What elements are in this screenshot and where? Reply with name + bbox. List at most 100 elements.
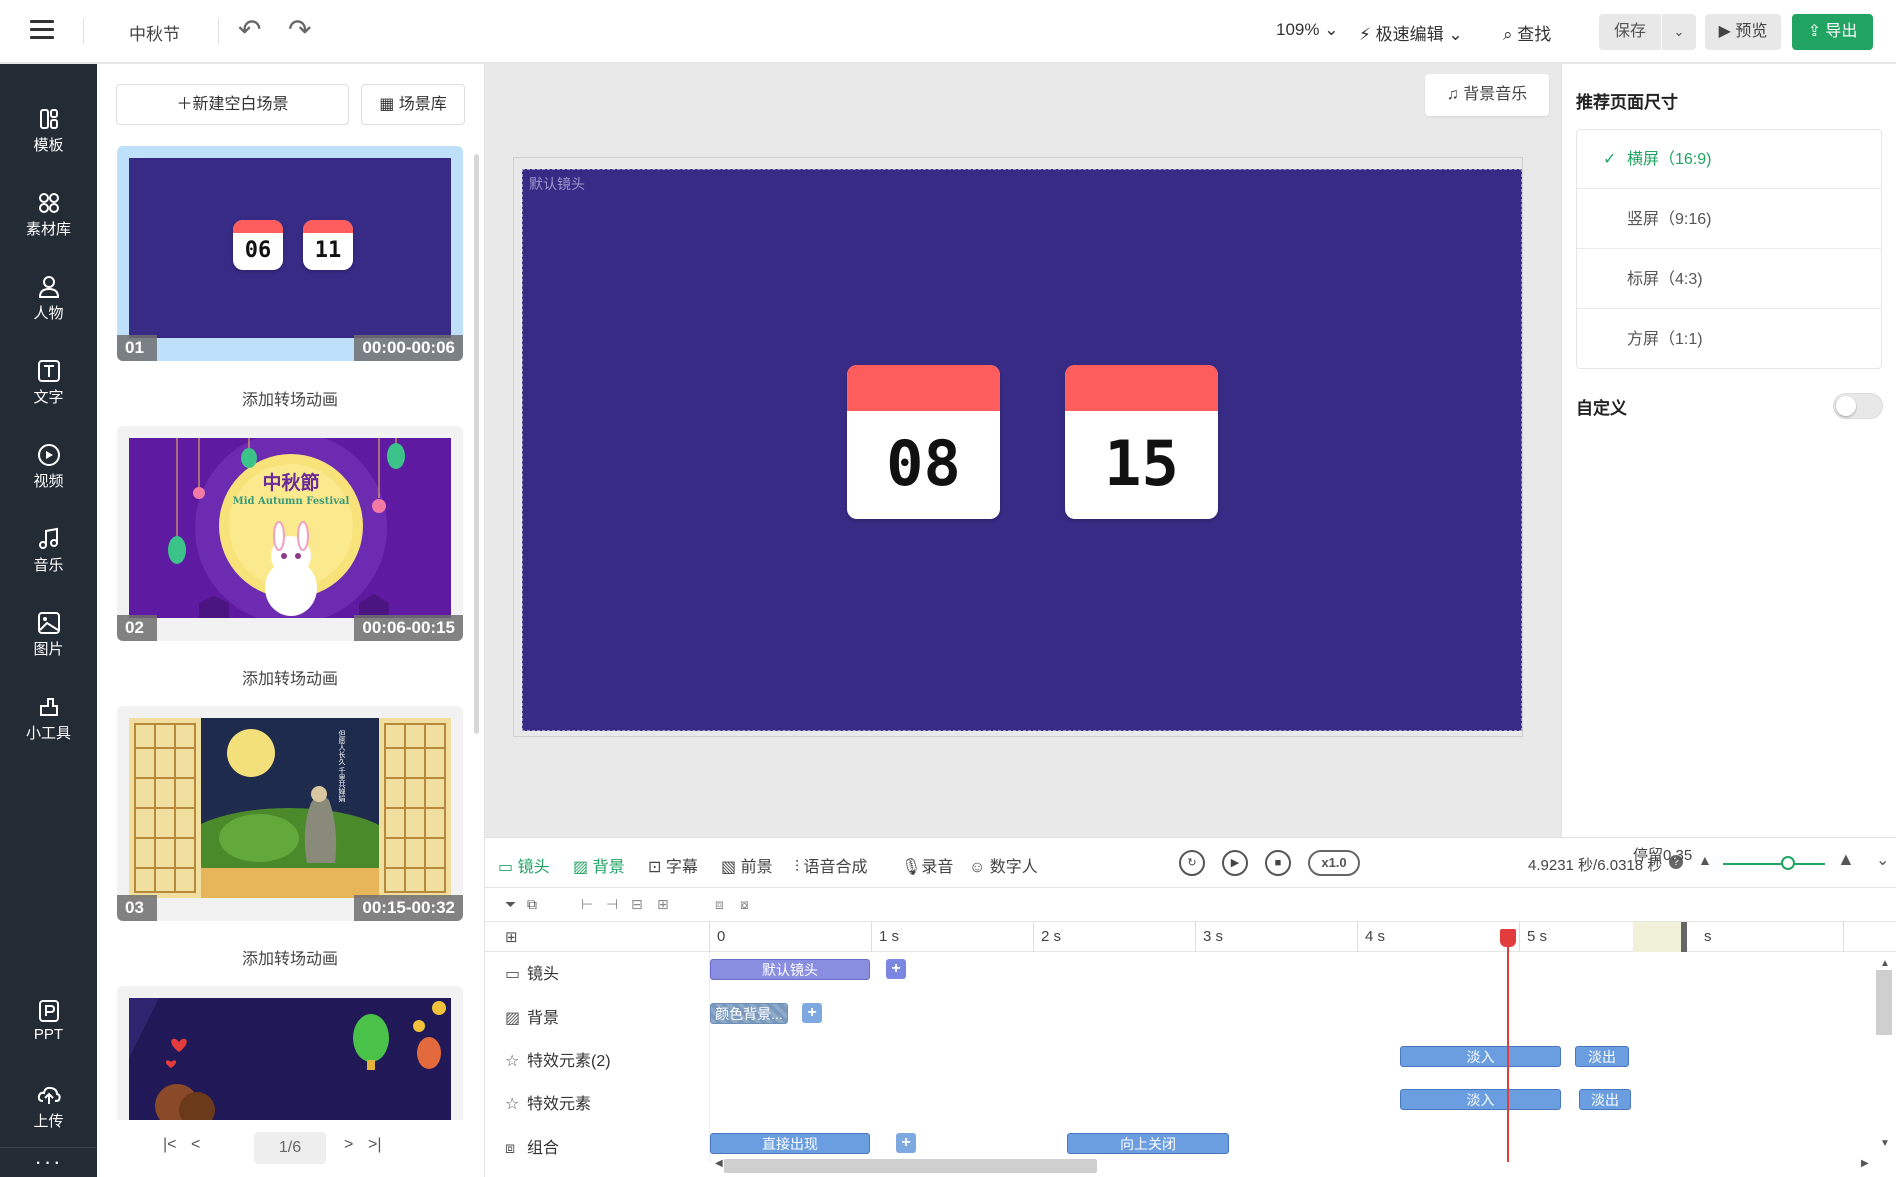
prev-page-icon[interactable]: < (191, 1136, 200, 1154)
fade-out-clip[interactable]: 淡出 (1579, 1089, 1631, 1110)
scroll-left-icon[interactable]: ◀ (715, 1158, 723, 1169)
track-label: ☆ 特效元素 (505, 1090, 591, 1114)
pause-zone[interactable] (1633, 922, 1683, 952)
scene-preview: 但愿人长久 千里共婵娟 (129, 718, 451, 898)
custom-size-label: 自定义 (1576, 399, 1627, 418)
close-up-clip[interactable]: 向上关闭 (1067, 1133, 1229, 1154)
timeline-zoom-slider[interactable] (1723, 863, 1825, 865)
add-group-button[interactable]: + (896, 1133, 916, 1153)
scene-panel: ＋新建空白场景 ▦ 场景库 06 11 01 00:00-00:06 添加转场动… (97, 64, 485, 1177)
tab-record[interactable]: 🎙录音 (901, 853, 953, 877)
camera-clip[interactable]: 默认镜头 (710, 959, 870, 980)
add-transition-link[interactable]: 添加转场动画 (117, 945, 463, 969)
scroll-right-icon[interactable]: ▶ (1861, 1158, 1869, 1169)
scene-scrollbar[interactable] (474, 154, 479, 734)
custom-size-toggle[interactable] (1833, 393, 1883, 419)
nav-item-upload[interactable]: 上传 (0, 1082, 97, 1131)
nav-item-tools[interactable]: 小工具 (0, 694, 97, 743)
scene-library-button[interactable]: ▦ 场景库 (361, 84, 465, 125)
undo-icon[interactable]: ↶ (238, 16, 261, 44)
tick-label: 3 s (1203, 928, 1224, 945)
align-left-icon[interactable]: ⊢ (581, 896, 593, 913)
menu-icon[interactable] (30, 20, 54, 42)
scene-thumb-04[interactable] (117, 986, 463, 1120)
playhead-handle[interactable] (1500, 929, 1516, 947)
new-blank-scene-button[interactable]: ＋新建空白场景 (116, 84, 349, 125)
replay-icon[interactable]: ↻ (1179, 850, 1205, 876)
fast-edit-select[interactable]: ⚡ 极速编辑 ⌄ (1359, 20, 1463, 45)
nav-item-person[interactable]: 人物 (0, 274, 97, 323)
playhead[interactable] (1507, 932, 1509, 1162)
align-right-icon[interactable]: ⊟ (631, 896, 643, 913)
track-label-text: 背景 (527, 1010, 560, 1027)
background-music-button[interactable]: ♫ 背景音乐 (1425, 74, 1549, 116)
tab-background[interactable]: ▨ 背景 (573, 853, 625, 877)
save-button[interactable]: 保存 (1599, 14, 1661, 50)
scene-thumb-03[interactable]: 但愿人长久 千里共婵娟 03 00:15-00:32 (117, 706, 463, 921)
appear-clip[interactable]: 直接出现 (710, 1133, 870, 1154)
nav-item-image[interactable]: 图片 (0, 610, 97, 659)
divider (0, 1147, 97, 1148)
filter-icon[interactable]: ⏷ (505, 896, 516, 913)
align-center-icon[interactable]: ⊣ (606, 896, 618, 913)
preview-button[interactable]: ▶ 预览 (1705, 14, 1781, 50)
nav-item-video[interactable]: 视频 (0, 442, 97, 491)
nav-item-ppt[interactable]: PPT (0, 998, 97, 1044)
first-page-icon[interactable]: |< (163, 1136, 177, 1154)
add-background-button[interactable]: + (802, 1003, 822, 1023)
add-transition-link[interactable]: 添加转场动画 (117, 386, 463, 410)
layers-icon[interactable]: ⧉ (527, 896, 537, 913)
zoom-out-icon[interactable]: ▲ (1698, 852, 1712, 868)
collapse-icon[interactable]: ⌄ (1876, 850, 1889, 870)
fade-in-clip[interactable]: 淡入 (1400, 1089, 1561, 1110)
fade-in-clip[interactable]: 淡入 (1400, 1046, 1561, 1067)
redo-icon[interactable]: ↷ (288, 16, 311, 44)
calendar-card-day[interactable]: 15 (1065, 365, 1218, 519)
add-camera-button[interactable]: + (886, 959, 906, 979)
stage[interactable]: 默认镜头 08 15 (522, 169, 1522, 731)
export-button[interactable]: ⇪ 导出 (1792, 14, 1873, 50)
scene-thumb-01[interactable]: 06 11 01 00:00-00:06 (117, 146, 463, 361)
tab-foreground[interactable]: ▧ 前景 (721, 853, 773, 877)
zoom-select[interactable]: 109% ⌄ (1276, 20, 1338, 40)
ungroup-icon[interactable]: ⧇ (740, 896, 749, 913)
play-icon[interactable]: ▶ (1222, 850, 1248, 876)
tab-digital-human[interactable]: ☺ 数字人 (969, 853, 1038, 877)
find-button[interactable]: ⌕ 查找 (1503, 20, 1551, 45)
nav-item-music[interactable]: 音乐 (0, 526, 97, 575)
size-option-4-3[interactable]: 标屏（4:3) (1577, 250, 1881, 309)
last-page-icon[interactable]: >| (368, 1136, 382, 1154)
nav-item-template[interactable]: 模板 (0, 106, 97, 155)
scroll-down-icon[interactable]: ▼ (1880, 1138, 1890, 1149)
project-title[interactable]: 中秋节 (129, 20, 180, 45)
more-icon[interactable]: ··· (0, 1149, 97, 1175)
tab-tts[interactable]: ⫶ 语音合成 (795, 853, 867, 877)
scene-thumb-02[interactable]: 中秋節 Mid Autumn Festival 02 00:06-00:15 (117, 426, 463, 641)
tab-subtitle[interactable]: ⊡ 字幕 (648, 853, 698, 877)
size-option-16-9[interactable]: ✓ 横屏（16:9) (1577, 130, 1881, 189)
tab-camera[interactable]: ▭ 镜头 (498, 853, 550, 877)
fade-out-clip[interactable]: 淡出 (1575, 1046, 1629, 1067)
stop-icon[interactable]: ■ (1265, 850, 1291, 876)
save-dropdown-button[interactable]: ⌄ (1662, 14, 1696, 50)
effect-icon: ☆ (505, 1096, 520, 1113)
nav-item-material[interactable]: 素材库 (0, 190, 97, 239)
zoom-in-icon[interactable]: ▲ (1837, 849, 1855, 870)
timeline-hscrollbar[interactable] (724, 1159, 1097, 1173)
size-option-9-16[interactable]: 竖屏（9:16) (1577, 190, 1881, 249)
pause-handle[interactable] (1681, 922, 1687, 952)
nav-item-text[interactable]: 文字 (0, 358, 97, 407)
scroll-up-icon[interactable]: ▲ (1880, 958, 1890, 969)
next-page-icon[interactable]: > (344, 1136, 353, 1154)
size-label: 方屏（1:1) (1627, 331, 1703, 348)
timeline-vscrollbar[interactable] (1876, 970, 1892, 1035)
calendar-card-month[interactable]: 08 (847, 365, 1000, 519)
background-clip[interactable]: 颜色背景... (710, 1003, 788, 1024)
timeline-zoom-handle[interactable] (1781, 856, 1795, 870)
group-icon[interactable]: ⧈ (715, 896, 724, 913)
speed-button[interactable]: x1.0 (1308, 850, 1360, 876)
add-transition-link[interactable]: 添加转场动画 (117, 665, 463, 689)
page-indicator[interactable]: 1/6 (254, 1132, 326, 1164)
size-option-1-1[interactable]: 方屏（1:1) (1577, 310, 1881, 369)
distribute-icon[interactable]: ⊞ (657, 896, 669, 913)
